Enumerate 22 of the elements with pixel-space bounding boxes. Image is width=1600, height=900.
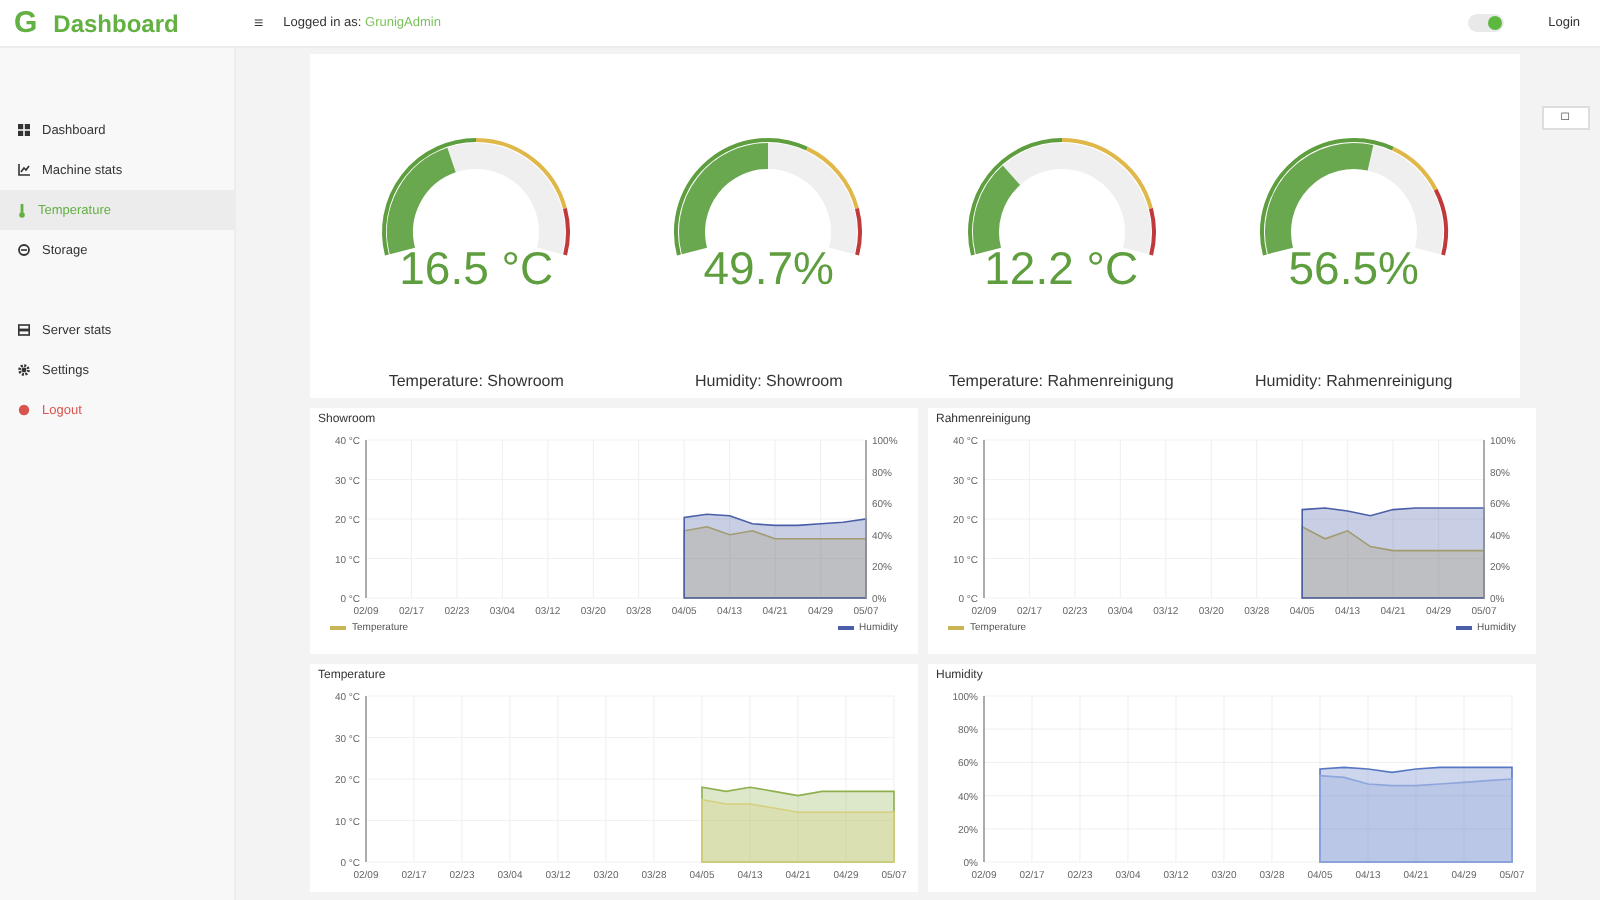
gauge-label: Humidity: Rahmenreinigung	[1255, 372, 1453, 390]
server-icon	[18, 324, 30, 336]
gauge-label: Humidity: Showroom	[694, 372, 843, 390]
menu-icon[interactable]: ≡	[254, 14, 264, 32]
gauge-fill	[679, 143, 770, 254]
logo: G	[14, 6, 38, 40]
settings-icon	[18, 364, 30, 376]
gauge-value: 49.7%	[701, 242, 836, 296]
gauge-label: Temperature: Showroom	[388, 372, 564, 390]
gauge-fill	[1264, 143, 1373, 254]
disk-icon	[18, 244, 30, 256]
gauge-value: 16.5 °C	[397, 242, 556, 296]
thermometer-icon	[18, 203, 26, 217]
gauge-value: 56.5%	[1286, 242, 1421, 296]
gauge-fill	[972, 166, 1020, 254]
line-chart-icon	[18, 164, 30, 176]
grid-icon	[18, 124, 30, 136]
gauge-fill	[387, 148, 457, 254]
app-title: Dashboard	[53, 9, 179, 37]
gauge-label: Temperature: Rahmenreinigung	[948, 372, 1174, 390]
toggle-switch[interactable]	[1468, 14, 1505, 32]
gauge-value: 12.2 °C	[982, 242, 1141, 296]
